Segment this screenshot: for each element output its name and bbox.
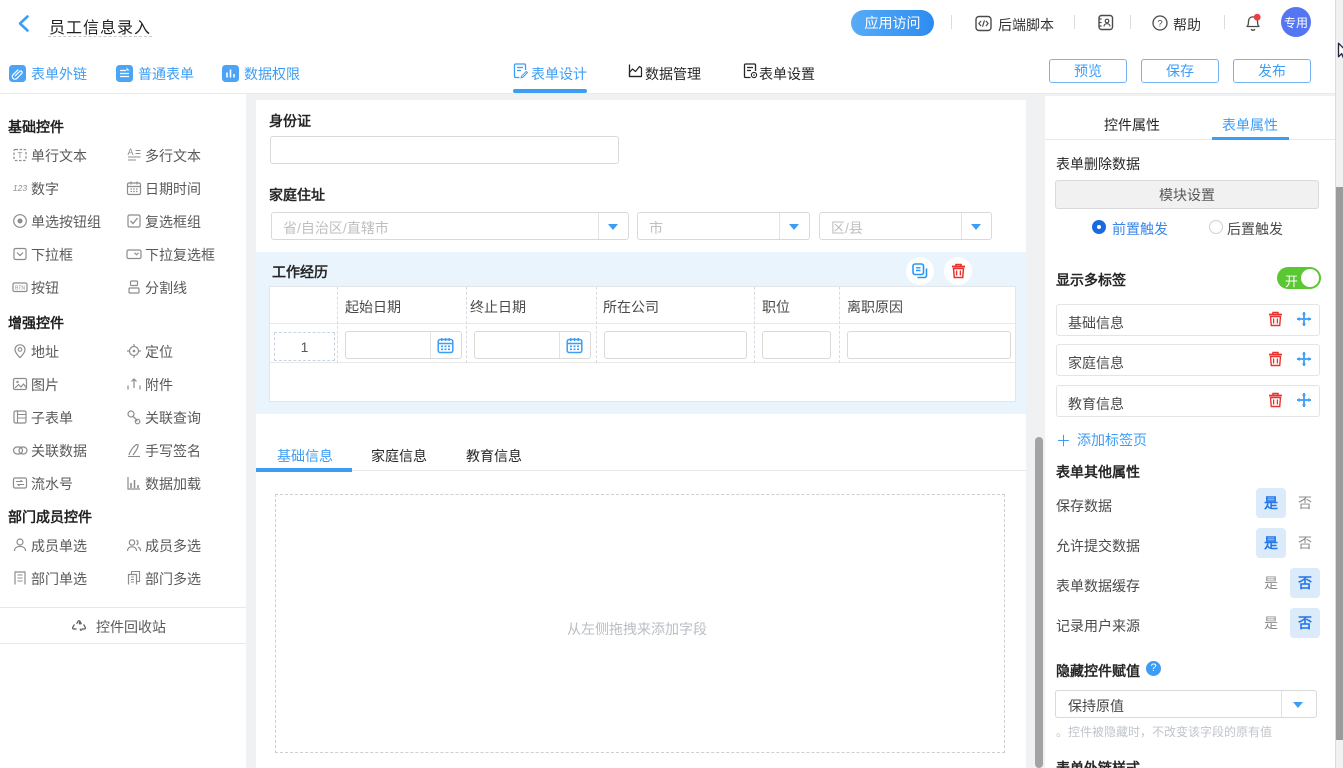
svg-text:123: 123 — [13, 183, 27, 193]
svg-text:BTN: BTN — [15, 285, 25, 291]
svg-text:A: A — [127, 147, 133, 157]
svg-text:T: T — [18, 151, 23, 160]
svg-text:?: ? — [1157, 18, 1162, 29]
